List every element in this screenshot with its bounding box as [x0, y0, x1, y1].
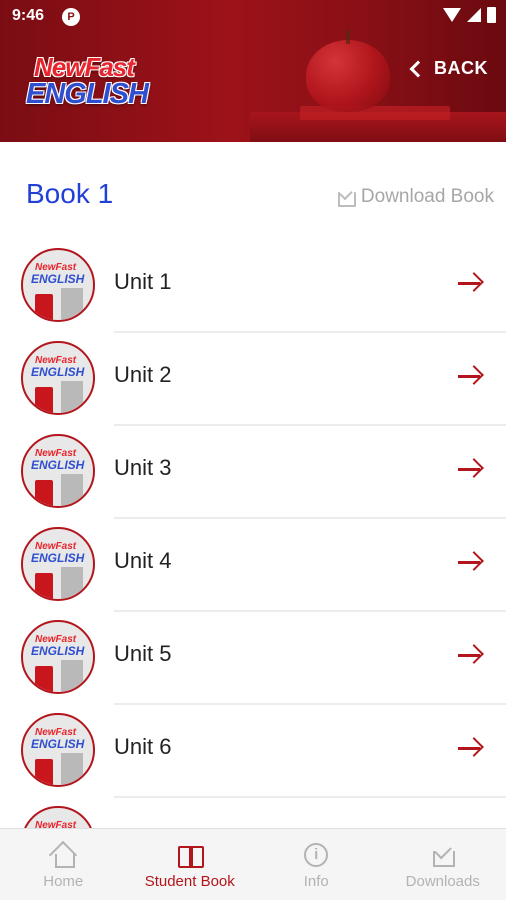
signal-icon — [467, 8, 481, 22]
unit-thumbnail: NewFast ENGLISH — [21, 248, 95, 322]
downloads-icon — [430, 843, 456, 867]
arrow-right-icon[interactable] — [458, 272, 484, 294]
unit-thumbnail: NewFast ENGLISH — [21, 713, 95, 787]
app-header: 9:46 P NewFast ENGLISH BACK — [0, 0, 506, 142]
unit-list: NewFast ENGLISH Unit 1 NewFast ENGLISH U… — [0, 240, 506, 891]
book-icon — [177, 843, 204, 868]
home-icon — [50, 843, 76, 868]
download-book-label: Download Book — [360, 186, 494, 207]
unit-row[interactable]: NewFast ENGLISH Unit 1 — [0, 240, 506, 333]
book-title: Book 1 — [26, 178, 114, 209]
status-bar: 9:46 P — [0, 0, 506, 34]
nav-info-label: Info — [303, 873, 329, 890]
nav-home[interactable]: Home — [0, 829, 127, 900]
bottom-navigation: Home Student Book Info Downloads — [0, 828, 506, 900]
nav-downloads[interactable]: Downloads — [380, 829, 506, 900]
arrow-right-icon[interactable] — [458, 365, 484, 387]
arrow-right-icon[interactable] — [458, 458, 484, 480]
unit-label: Unit 4 — [114, 548, 172, 573]
wifi-icon — [443, 8, 461, 22]
unit-row[interactable]: NewFast ENGLISH Unit 3 — [0, 426, 506, 519]
unit-label: Unit 6 — [114, 734, 172, 759]
nav-info[interactable]: Info — [253, 829, 380, 900]
status-icons — [443, 7, 496, 23]
unit-thumbnail: NewFast ENGLISH — [21, 620, 95, 694]
unit-thumbnail: NewFast ENGLISH — [21, 527, 95, 601]
unit-row[interactable]: NewFast ENGLISH Unit 4 — [0, 519, 506, 612]
download-book-button[interactable]: Download Book — [337, 186, 494, 208]
book-title-row: Book 1 Download Book — [0, 142, 506, 240]
download-icon — [337, 188, 356, 207]
unit-thumbnail: NewFast ENGLISH — [21, 341, 95, 415]
unit-label: Unit 3 — [114, 455, 172, 480]
nav-student-book-label: Student Book — [144, 873, 235, 890]
arrow-right-icon[interactable] — [458, 644, 484, 666]
header-background-book — [300, 106, 450, 120]
info-icon — [304, 843, 329, 867]
apple-image — [306, 40, 390, 112]
logo-line2: ENGLISH — [26, 78, 149, 110]
unit-row[interactable]: NewFast ENGLISH Unit 2 — [0, 333, 506, 426]
status-time: 9:46 — [12, 7, 45, 24]
back-button[interactable]: BACK — [409, 58, 488, 79]
battery-icon — [487, 7, 496, 23]
newfast-english-logo: NewFast ENGLISH — [26, 52, 166, 112]
arrow-right-icon[interactable] — [458, 737, 484, 759]
unit-label: Unit 1 — [114, 269, 172, 294]
unit-label: Unit 2 — [114, 362, 172, 387]
p-circle-icon: P — [62, 8, 80, 26]
unit-row[interactable]: NewFast ENGLISH Unit 6 — [0, 705, 506, 798]
unit-label: Unit 5 — [114, 641, 172, 666]
nav-home-label: Home — [43, 873, 84, 890]
chevron-left-icon — [409, 60, 427, 77]
unit-row[interactable]: NewFast ENGLISH Unit 5 — [0, 612, 506, 705]
back-label: BACK — [434, 58, 488, 78]
nav-downloads-label: Downloads — [405, 873, 480, 890]
unit-thumbnail: NewFast ENGLISH — [21, 434, 95, 508]
nav-student-book[interactable]: Student Book — [127, 829, 254, 900]
arrow-right-icon[interactable] — [458, 551, 484, 573]
